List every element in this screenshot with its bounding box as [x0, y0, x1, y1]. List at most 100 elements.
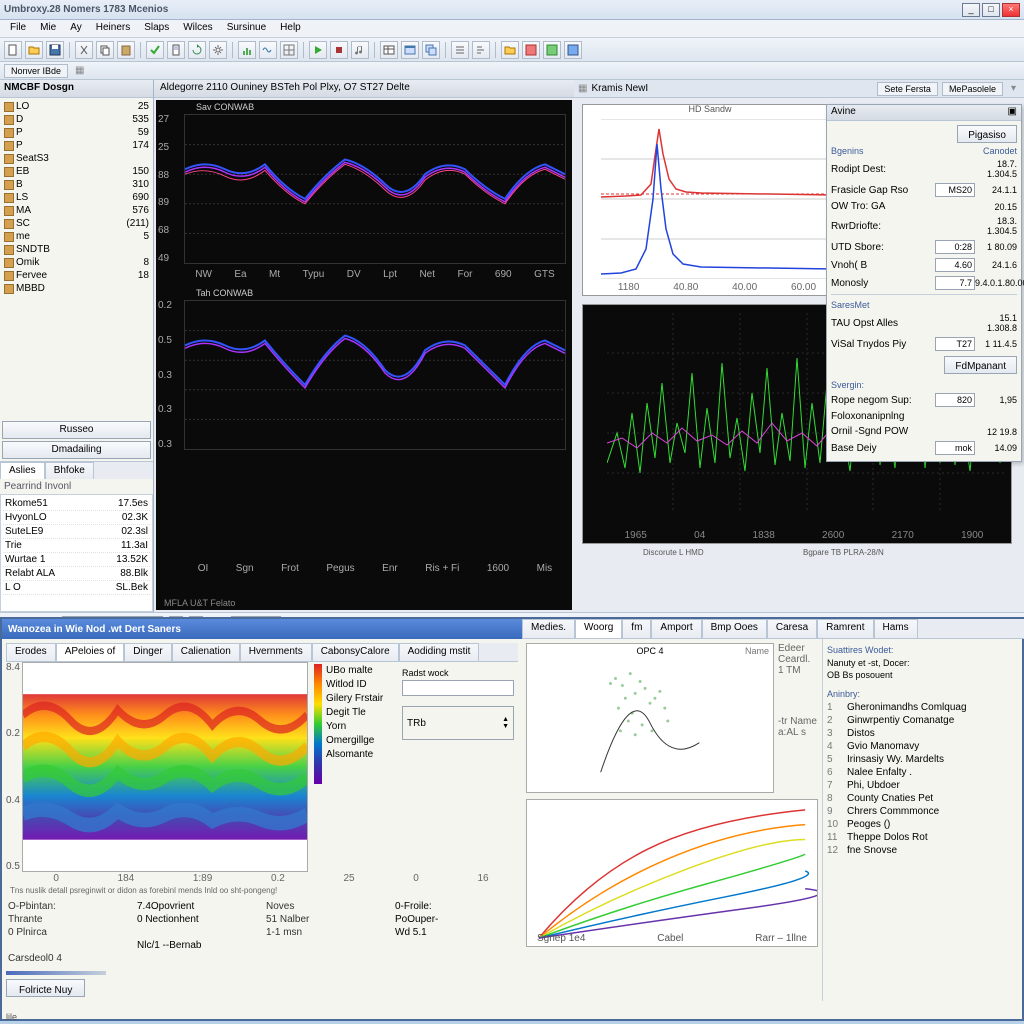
bw-tab[interactable]: Woorg [575, 619, 622, 638]
menu-file[interactable]: File [4, 20, 32, 37]
bw-tab[interactable]: Bmp Ooes [702, 619, 767, 638]
menu-wilces[interactable]: Wilces [177, 20, 218, 37]
bw-tab[interactable]: Amport [651, 619, 701, 638]
spectrogram[interactable] [22, 662, 308, 872]
table-row[interactable]: Relabt ALA88.Blk [3, 567, 150, 581]
list-item[interactable]: 7Phi, Ubdoer [827, 779, 1018, 792]
bar-icon[interactable] [451, 41, 469, 59]
tab-aslies[interactable]: Aslies [0, 462, 45, 479]
bw-tab[interactable]: Medies. [522, 619, 575, 638]
folricte-button[interactable]: Folricte Nuy [6, 979, 85, 997]
tree-item[interactable]: Fervee18 [2, 269, 151, 282]
prop-input[interactable] [935, 183, 975, 197]
list-item[interactable]: 10Peoges () [827, 818, 1018, 831]
menu-sursinue[interactable]: Sursinue [221, 20, 272, 37]
app-icon[interactable] [522, 41, 540, 59]
tree-item[interactable]: SC(211) [2, 217, 151, 230]
bw-tab[interactable]: Hvernments [240, 643, 312, 661]
prop-input[interactable] [935, 337, 975, 351]
list-item[interactable]: 12fne Snovse [827, 844, 1018, 857]
tree-item[interactable]: P174 [2, 139, 151, 152]
nonver-tab[interactable]: Nonver IBde [4, 64, 68, 78]
list-item[interactable]: 3Distos [827, 727, 1018, 740]
list-item[interactable]: 6Nalee Enfalty . [827, 766, 1018, 779]
tree-item[interactable]: D535 [2, 113, 151, 126]
dmadailing-button[interactable]: Dmadailing [2, 441, 151, 459]
bw-tab[interactable]: Erodes [6, 643, 56, 661]
folder-icon[interactable] [501, 41, 519, 59]
bw-tab[interactable]: Hams [874, 619, 918, 638]
maximize-button[interactable]: □ [982, 3, 1000, 17]
paste-icon[interactable] [117, 41, 135, 59]
list-item[interactable]: Nanuty et -st, Docer: [827, 657, 1018, 669]
bw-tab[interactable]: fm [622, 619, 651, 638]
tree-item[interactable]: LS690 [2, 191, 151, 204]
menu-slaps[interactable]: Slaps [138, 20, 175, 37]
menu-heiners[interactable]: Heiners [90, 20, 136, 37]
refresh-icon[interactable] [188, 41, 206, 59]
copy-icon[interactable] [96, 41, 114, 59]
grid-icon[interactable] [280, 41, 298, 59]
table-row[interactable]: Wurtae 113.52K [3, 553, 150, 567]
pigasiso-button[interactable]: Pigasiso [957, 125, 1017, 143]
tree-item[interactable]: SeatS3 [2, 152, 151, 165]
close-button[interactable]: × [1002, 3, 1020, 17]
list-item[interactable]: 5Irinsasiy Wy. Mardelts [827, 753, 1018, 766]
menu-mie[interactable]: Mie [34, 20, 62, 37]
list-item[interactable]: 9Chrers Commmonce [827, 805, 1018, 818]
bw-tab[interactable]: APeloies of [56, 643, 125, 661]
tree-item[interactable]: me5 [2, 230, 151, 243]
tree-item[interactable]: Omik8 [2, 256, 151, 269]
prop-input[interactable] [935, 276, 975, 290]
window2-icon[interactable] [422, 41, 440, 59]
scatter-chart[interactable]: OPC 4 Name [526, 643, 774, 793]
table-row[interactable]: Trie11.3aI [3, 539, 150, 553]
radst-input[interactable] [402, 680, 514, 696]
lines-chart[interactable]: Sgnep 1e4CabelRarr – 1llne [526, 799, 818, 947]
list-item[interactable]: 1Gheronimandhs Comlquag [827, 701, 1018, 714]
gear-icon[interactable] [209, 41, 227, 59]
window-icon[interactable] [401, 41, 419, 59]
tree-view[interactable]: LO25D535P59P174SeatS3EB150B310LS690MA576… [0, 98, 153, 419]
check-icon[interactable] [146, 41, 164, 59]
tree-item[interactable]: SNDTB [2, 243, 151, 256]
spin-down-icon[interactable]: ▼ [502, 723, 509, 730]
tree-item[interactable]: P59 [2, 126, 151, 139]
spin-up-icon[interactable]: ▲ [502, 716, 509, 723]
bar2-icon[interactable] [472, 41, 490, 59]
left-table[interactable]: Rkome5117.5esHvyonLO02.3KSuteLE902.3slTr… [0, 494, 153, 612]
tab-sete[interactable]: Sete Fersta [877, 82, 938, 96]
tree-item[interactable]: LO25 [2, 100, 151, 113]
bw-tab[interactable]: Caresa [767, 619, 817, 638]
save-icon[interactable] [46, 41, 64, 59]
chart-icon[interactable] [238, 41, 256, 59]
prop-input[interactable] [935, 441, 975, 455]
russeo-button[interactable]: Russeo [2, 421, 151, 439]
list-item[interactable]: 8County Cnaties Pet [827, 792, 1018, 805]
list-item[interactable]: 4Gvio Manomavy [827, 740, 1018, 753]
table-row[interactable]: SuteLE902.3sl [3, 525, 150, 539]
main-chart-area[interactable]: Sav CONWAB 272588896849 NWEaMtTypuDVLptN… [156, 100, 572, 610]
bw-tab[interactable]: Calienation [172, 643, 240, 661]
white-chart[interactable]: HD Sandw 118040.8040.0060.00 [582, 104, 838, 296]
table-row[interactable]: L OSL.Bek [3, 581, 150, 595]
doc-icon[interactable] [167, 41, 185, 59]
cut-icon[interactable] [75, 41, 93, 59]
wave-icon[interactable] [259, 41, 277, 59]
play-icon[interactable] [309, 41, 327, 59]
tree-item[interactable]: MBBD [2, 282, 151, 295]
tab-bhfoke[interactable]: Bhfoke [45, 462, 94, 479]
tree-item[interactable]: MA576 [2, 204, 151, 217]
tree-item[interactable]: B310 [2, 178, 151, 191]
list-item[interactable]: OB Bs posouent [827, 669, 1018, 681]
menu-help[interactable]: Help [274, 20, 307, 37]
opts-icon[interactable]: ▾ [1007, 83, 1020, 94]
bw-tab[interactable]: Dinger [124, 643, 171, 661]
table-icon[interactable] [380, 41, 398, 59]
table-row[interactable]: HvyonLO02.3K [3, 511, 150, 525]
new-icon[interactable] [4, 41, 22, 59]
prop-input[interactable] [935, 258, 975, 272]
bw-tab[interactable]: CabonsyCalore [312, 643, 399, 661]
app3-icon[interactable] [564, 41, 582, 59]
list-item[interactable]: 11Theppe Dolos Rot [827, 831, 1018, 844]
